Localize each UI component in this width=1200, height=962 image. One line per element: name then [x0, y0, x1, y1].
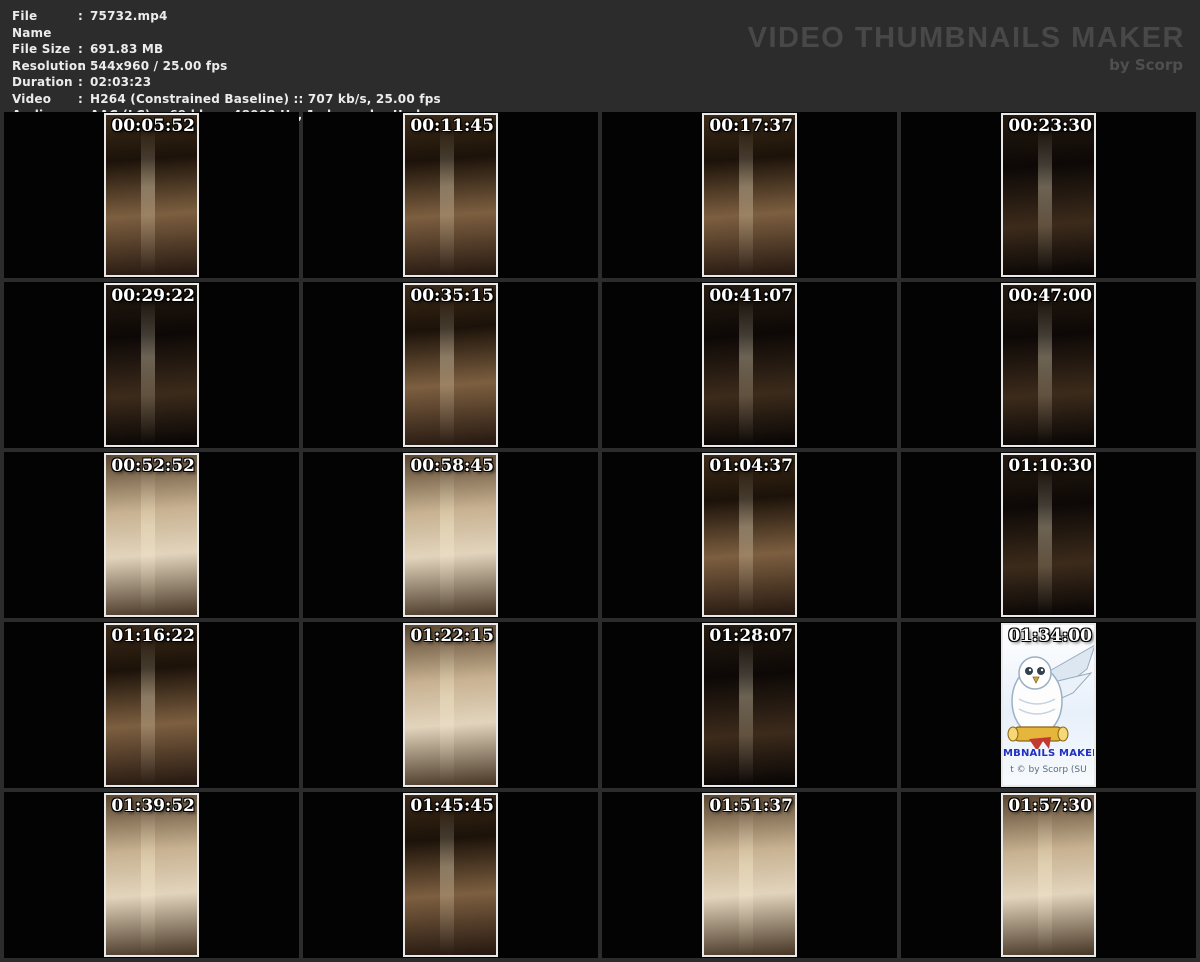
field-separator: : [78, 41, 90, 58]
timestamp-overlay: 01:51:37 [709, 796, 793, 816]
thumbnail-image: 00:52:52 [104, 453, 199, 617]
thumbnail-image: 00:23:30 [1001, 113, 1096, 277]
thumbnail-image: 01:45:45 [403, 793, 498, 957]
field-label: Duration [12, 74, 78, 91]
thumbnail-cell: 01:34:00 MBNAILS MAKER t © by Scorp (SU [901, 622, 1196, 788]
thumbnail-image: 01:57:30 [1001, 793, 1096, 957]
timestamp-overlay: 00:58:45 [410, 456, 494, 476]
thumbnail-cell: 00:35:15 [303, 282, 598, 448]
thumbnail-image: 00:35:15 [403, 283, 498, 447]
timestamp-overlay: 00:23:30 [1008, 116, 1092, 136]
thumbnail-cell: 01:45:45 [303, 792, 598, 958]
metadata-row: Duration : 02:03:23 [12, 74, 441, 91]
thumbnail-image: 00:11:45 [403, 113, 498, 277]
timestamp-overlay: 00:52:52 [111, 456, 195, 476]
thumbnail-cell: 00:52:52 [4, 452, 299, 618]
timestamp-overlay: 01:10:30 [1008, 456, 1092, 476]
metadata-row: File Name : 75732.mp4 [12, 8, 441, 41]
timestamp-overlay: 00:11:45 [410, 116, 494, 136]
brand-title: VIDEO THUMBNAILS MAKER [748, 22, 1185, 55]
header: File Name : 75732.mp4 File Size : 691.83… [0, 0, 1200, 108]
metadata-row: Resolution : 544x960 / 25.00 fps [12, 58, 441, 75]
metadata-row: Video : H264 (Constrained Baseline) :: 7… [12, 91, 441, 108]
thumbnail-image: 00:29:22 [104, 283, 199, 447]
timestamp-overlay: 00:41:07 [709, 286, 793, 306]
field-separator: : [78, 74, 90, 91]
timestamp-overlay: 01:57:30 [1008, 796, 1092, 816]
timestamp-overlay: 01:16:22 [111, 626, 195, 646]
field-value: 691.83 MB [90, 41, 163, 58]
thumbnail-cell: 01:10:30 [901, 452, 1196, 618]
thumbnail-cell: 01:57:30 [901, 792, 1196, 958]
brand: VIDEO THUMBNAILS MAKER by Scorp [748, 22, 1185, 74]
thumbnail-image: 01:39:52 [104, 793, 199, 957]
thumbnail-cell: 00:05:52 [4, 112, 299, 278]
field-value: 75732.mp4 [90, 8, 168, 41]
thumbnail-cell: 01:39:52 [4, 792, 299, 958]
field-value: 544x960 / 25.00 fps [90, 58, 227, 75]
thumbnail-image: 01:34:00 MBNAILS MAKER t © by Scorp (SU [1001, 623, 1096, 787]
thumbnail-image: 01:04:37 [702, 453, 797, 617]
metadata-panel: File Name : 75732.mp4 File Size : 691.83… [12, 8, 441, 124]
thumbnail-grid: 00:05:52 00:11:45 00:17:37 00:23:30 00:2… [0, 108, 1200, 962]
vtm-logo-thumbnail: MBNAILS MAKER t © by Scorp (SU [1003, 625, 1094, 785]
thumbnail-cell: 00:58:45 [303, 452, 598, 618]
thumbnail-cell: 00:11:45 [303, 112, 598, 278]
timestamp-overlay: 01:45:45 [410, 796, 494, 816]
thumbnail-image: 00:47:00 [1001, 283, 1096, 447]
field-separator: : [78, 8, 90, 41]
timestamp-overlay: 00:17:37 [709, 116, 793, 136]
owl-logo-icon [1001, 639, 1096, 749]
thumbnail-cell: 01:28:07 [602, 622, 897, 788]
thumbnail-cell: 01:22:15 [303, 622, 598, 788]
thumbnail-image: 01:10:30 [1001, 453, 1096, 617]
thumbnail-image: 01:22:15 [403, 623, 498, 787]
thumbnail-image: 01:28:07 [702, 623, 797, 787]
thumbnail-image: 01:16:22 [104, 623, 199, 787]
timestamp-overlay: 01:22:15 [410, 626, 494, 646]
timestamp-overlay: 00:29:22 [111, 286, 195, 306]
timestamp-overlay: 01:34:00 [1008, 626, 1092, 646]
thumbnail-cell: 00:41:07 [602, 282, 897, 448]
brand-subtitle: by Scorp [748, 56, 1183, 74]
logo-copyright: t © by Scorp (SU [1003, 765, 1094, 775]
timestamp-overlay: 00:47:00 [1008, 286, 1092, 306]
thumbnail-cell: 01:16:22 [4, 622, 299, 788]
thumbnail-cell: 01:51:37 [602, 792, 897, 958]
thumbnail-cell: 00:47:00 [901, 282, 1196, 448]
thumbnail-image: 00:17:37 [702, 113, 797, 277]
thumbnail-cell: 00:17:37 [602, 112, 897, 278]
field-value: H264 (Constrained Baseline) :: 707 kb/s,… [90, 91, 441, 108]
timestamp-overlay: 01:28:07 [709, 626, 793, 646]
field-label: Resolution [12, 58, 78, 75]
field-label: File Name [12, 8, 78, 41]
thumbnail-image: 01:51:37 [702, 793, 797, 957]
thumbnail-cell: 00:23:30 [901, 112, 1196, 278]
metadata-row: File Size : 691.83 MB [12, 41, 441, 58]
field-label: Video [12, 91, 78, 108]
thumbnail-image: 00:05:52 [104, 113, 199, 277]
field-label: File Size [12, 41, 78, 58]
thumbnail-image: 00:41:07 [702, 283, 797, 447]
field-value: 02:03:23 [90, 74, 151, 91]
timestamp-overlay: 01:39:52 [111, 796, 195, 816]
thumbnail-cell: 00:29:22 [4, 282, 299, 448]
timestamp-overlay: 00:05:52 [111, 116, 195, 136]
field-separator: : [78, 58, 90, 75]
field-separator: : [78, 91, 90, 108]
thumbnail-cell: 01:04:37 [602, 452, 897, 618]
thumbnail-image: 00:58:45 [403, 453, 498, 617]
timestamp-overlay: 01:04:37 [709, 456, 793, 476]
timestamp-overlay: 00:35:15 [410, 286, 494, 306]
logo-text: MBNAILS MAKER [1003, 748, 1094, 759]
